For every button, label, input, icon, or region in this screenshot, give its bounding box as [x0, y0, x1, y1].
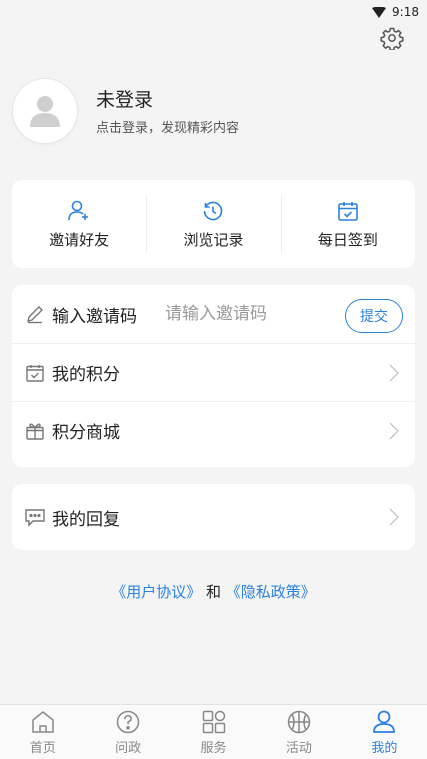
profile-header[interactable]: 未登录 点击登录，发现精彩内容 [12, 76, 412, 146]
gift-icon [24, 420, 46, 442]
menu-card: 输入邀请码 提交 我的积分 积分商城 [12, 285, 415, 467]
my-replies-row[interactable]: 我的回复 [12, 484, 415, 550]
daily-checkin-label: 每日签到 [317, 230, 378, 249]
user-agreement-link[interactable]: 《用户协议》 [111, 583, 201, 601]
pencil-icon [24, 303, 46, 325]
add-user-icon [68, 200, 89, 220]
points-calendar-icon [24, 362, 46, 384]
avatar-placeholder-icon [30, 96, 60, 127]
comment-icon [24, 506, 46, 528]
invite-friends-button[interactable]: 邀请好友 [12, 180, 146, 268]
grid-icon [202, 710, 225, 733]
status-bar: 9:18 [0, 0, 427, 24]
my-replies-label: 我的回复 [52, 509, 120, 530]
daily-checkin-button[interactable]: 每日签到 [280, 180, 415, 268]
browsing-history-label: 浏览记录 [183, 230, 244, 249]
login-status[interactable]: 未登录 [96, 87, 239, 113]
invite-code-input[interactable] [165, 304, 315, 324]
tab-services-label: 服务 [200, 740, 227, 756]
tab-mine[interactable]: 我的 [342, 705, 427, 759]
login-hint: 点击登录，发现精彩内容 [96, 120, 240, 136]
privacy-policy-link[interactable]: 《隐私政策》 [226, 583, 316, 601]
tab-inquiry[interactable]: 问政 [85, 705, 170, 759]
my-points-label: 我的积分 [52, 365, 120, 385]
tab-services[interactable]: 服务 [171, 705, 256, 759]
user-icon [373, 710, 396, 733]
browsing-history-button[interactable]: 浏览记录 [146, 180, 280, 268]
submit-button[interactable]: 提交 [345, 299, 403, 333]
invite-code-row: 输入邀请码 提交 [12, 285, 415, 343]
status-time: 9:18 [392, 5, 419, 19]
gear-icon [380, 27, 404, 50]
my-points-row[interactable]: 我的积分 [12, 343, 415, 401]
chevron-right-icon [389, 422, 399, 444]
quick-actions-card: 邀请好友 浏览记录 每日签到 [12, 180, 415, 268]
question-icon [116, 710, 140, 733]
avatar[interactable] [12, 78, 78, 144]
calendar-check-icon [338, 201, 358, 221]
replies-card: 我的回复 [12, 484, 415, 550]
points-mall-label: 积分商城 [52, 423, 120, 443]
chevron-right-icon [389, 364, 399, 386]
invite-code-label: 输入邀请码 [52, 306, 137, 327]
tab-mine-label: 我的 [371, 740, 398, 756]
history-icon [204, 201, 223, 220]
chevron-right-icon [389, 508, 399, 530]
bottom-tab-bar: 首页 问政 服务 活动 我的 [0, 704, 427, 759]
tab-inquiry-label: 问政 [115, 740, 142, 756]
home-icon [31, 710, 54, 733]
points-mall-row[interactable]: 积分商城 [12, 401, 415, 459]
tab-activities[interactable]: 活动 [256, 705, 341, 759]
tab-activities-label: 活动 [285, 740, 312, 756]
tab-home[interactable]: 首页 [0, 705, 85, 759]
wifi-icon [372, 6, 387, 18]
agreement-links: 《用户协议》 和 《隐私政策》 [0, 581, 427, 602]
tab-home-label: 首页 [29, 740, 56, 756]
settings-button[interactable] [379, 25, 405, 51]
basketball-icon [287, 710, 311, 733]
invite-friends-label: 邀请好友 [49, 230, 110, 249]
agreement-and: 和 [205, 583, 221, 601]
